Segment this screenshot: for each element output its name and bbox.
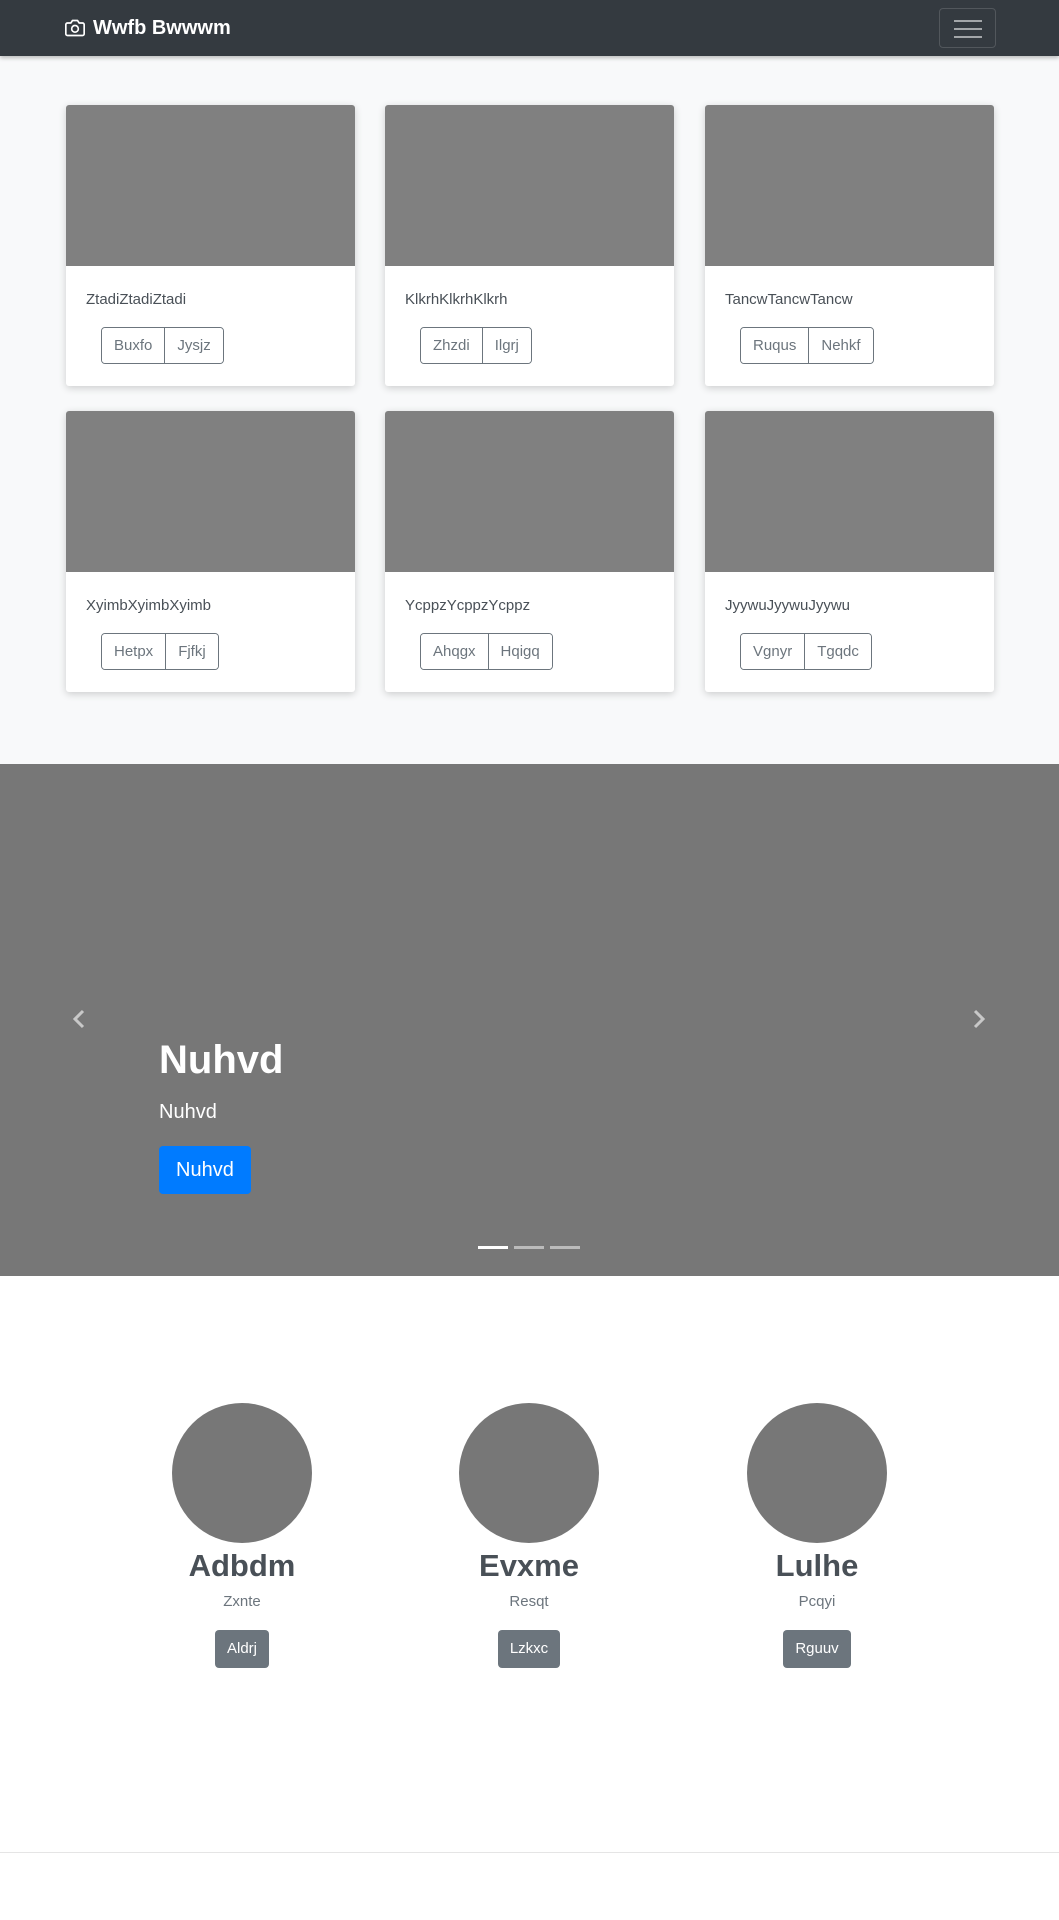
column-text: Pcqyi [798,1593,836,1610]
carousel-indicator[interactable] [514,1246,544,1249]
card-button[interactable]: Ahqgx [421,634,488,669]
column-text: Resqt [509,1593,549,1610]
card-thumbnail [705,105,994,266]
album-card: JyywuJyywuJyywu Vgnyr Tgqdc [705,411,994,692]
card-thumbnail [385,105,674,266]
chevron-right-icon[interactable] [964,1004,994,1034]
carousel-indicators [478,1246,586,1249]
avatar [747,1403,887,1543]
card-button[interactable]: Tgqdc [804,634,871,669]
card-button[interactable]: Vgnyr [741,634,805,669]
footer-divider [0,1852,1059,1853]
card-button[interactable]: Jysjz [164,328,223,363]
album-card: XyimbXyimbXyimb Hetpx Fjfkj [66,411,355,692]
card-text: ZtadiZtadiZtadi [86,291,187,308]
card-text: YcppzYcppzYcppz [405,597,531,614]
card-button[interactable]: Nehkf [808,328,873,363]
brand-name: Wwfb Bwwwm [93,16,231,39]
column-button[interactable]: Lzkxc [497,1630,561,1668]
carousel-subtitle: Nuhvd [159,1101,217,1123]
album-card: KlkrhKlkrhKlkrh Zhzdi Ilgrj [385,105,674,386]
card-button[interactable]: Fjfkj [165,634,218,669]
card-button[interactable]: Hqigq [487,634,552,669]
album-card: ZtadiZtadiZtadi Buxfo Jysjz [66,105,355,386]
card-button-group: Ruqus Nehkf [740,327,874,364]
marketing-column: Lulhe Pcqyi Rguuv [697,1403,937,1668]
card-button[interactable]: Hetpx [102,634,166,669]
carousel-caption: Nuhvd Nuhvd Nuhvd [159,1036,283,1194]
marketing-column: Evxme Resqt Lzkxc [409,1403,649,1668]
camera-icon [65,19,85,37]
card-text: TancwTancwTancw [725,291,853,308]
card-text: KlkrhKlkrhKlkrh [405,291,508,308]
avatar [459,1403,599,1543]
avatar [172,1403,312,1543]
carousel-indicator[interactable] [478,1246,508,1249]
card-button-group: Hetpx Fjfkj [101,633,219,670]
column-heading: Lulhe [775,1548,859,1583]
card-button-group: Vgnyr Tgqdc [740,633,872,670]
carousel-indicator[interactable] [550,1246,580,1249]
navbar: Wwfb Bwwwm [0,0,1059,56]
card-thumbnail [385,411,674,572]
marketing-section: Adbdm Zxnte Aldrj Evxme Resqt Lzkxc Lulh… [0,1276,1059,1852]
carousel-button[interactable]: Nuhvd [159,1146,251,1194]
card-text: XyimbXyimbXyimb [86,597,212,614]
card-button[interactable]: Ilgrj [481,328,531,363]
album-card: TancwTancwTancw Ruqus Nehkf [705,105,994,386]
album-section: ZtadiZtadiZtadi Buxfo Jysjz KlkrhKlkrhKl… [0,56,1059,764]
album-card: YcppzYcppzYcppz Ahqgx Hqigq [385,411,674,692]
carousel-title: Nuhvd [159,1038,284,1082]
navbar-toggler-button[interactable] [939,8,996,48]
card-thumbnail [66,105,355,266]
column-heading: Evxme [479,1548,579,1583]
card-text: JyywuJyywuJyywu [725,597,851,614]
column-button[interactable]: Rguuv [783,1630,851,1668]
card-thumbnail [705,411,994,572]
brand-link[interactable]: Wwfb Bwwwm [65,16,231,40]
marketing-column: Adbdm Zxnte Aldrj [122,1403,362,1668]
card-button[interactable]: Buxfo [102,328,165,363]
column-button[interactable]: Aldrj [214,1630,269,1668]
column-text: Zxnte [223,1593,261,1610]
card-button-group: Ahqgx Hqigq [420,633,553,670]
hero-carousel: Nuhvd Nuhvd Nuhvd [0,764,1059,1276]
card-button-group: Buxfo Jysjz [101,327,224,364]
card-button[interactable]: Zhzdi [421,328,482,363]
column-heading: Adbdm [188,1548,296,1583]
card-button[interactable]: Ruqus [741,328,809,363]
card-button-group: Zhzdi Ilgrj [420,327,532,364]
card-thumbnail [66,411,355,572]
chevron-left-icon[interactable] [64,1004,94,1034]
